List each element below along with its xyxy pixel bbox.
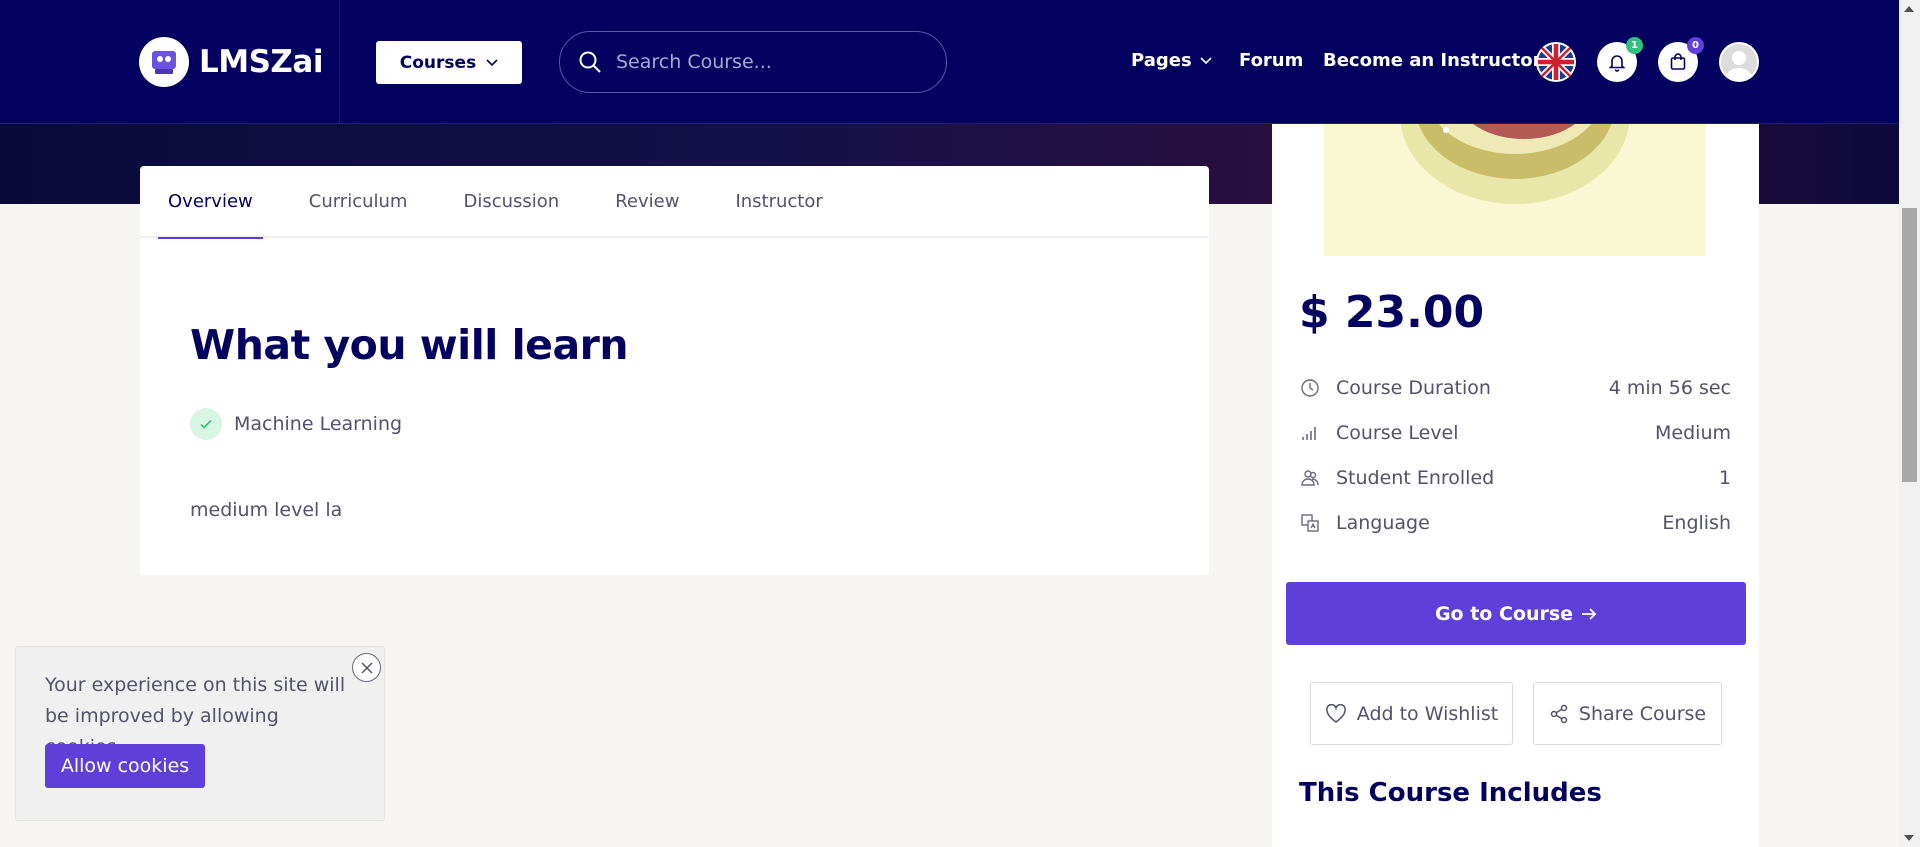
cookie-consent-popup: Your experience on this site will be imp… xyxy=(15,646,385,821)
courses-label: Courses xyxy=(399,52,477,73)
header-divider xyxy=(339,0,340,124)
course-info-list: Course Duration 4 min 56 sec Course Leve… xyxy=(1299,365,1731,545)
students-icon xyxy=(1299,467,1321,489)
tab-discussion[interactable]: Discussion xyxy=(463,165,587,237)
check-icon xyxy=(190,408,222,440)
learning-outcome-text: Machine Learning xyxy=(234,413,403,435)
close-icon xyxy=(360,661,373,674)
info-row-level: Course Level Medium xyxy=(1299,410,1731,455)
chevron-down-icon xyxy=(1200,56,1212,64)
info-label: Course Duration xyxy=(1336,376,1491,399)
info-label: Course Level xyxy=(1336,421,1459,444)
nav-forum-label: Forum xyxy=(1239,50,1304,71)
search-bar xyxy=(559,31,947,93)
cart-button[interactable]: 0 xyxy=(1658,37,1704,82)
page-scrollbar[interactable] xyxy=(1899,0,1920,847)
tab-curriculum[interactable]: Curriculum xyxy=(309,165,436,237)
nav-forum[interactable]: Forum xyxy=(1239,50,1303,71)
uk-flag-icon xyxy=(1538,44,1574,80)
info-row-students: Student Enrolled 1 xyxy=(1299,455,1731,500)
nav-pages[interactable]: Pages xyxy=(1131,50,1212,71)
allow-cookies-button[interactable]: Allow cookies xyxy=(45,744,205,788)
arrow-right-icon xyxy=(1582,607,1597,620)
tab-review[interactable]: Review xyxy=(615,165,707,237)
course-details-card: Overview Curriculum Discussion Review In… xyxy=(140,166,1209,575)
info-row-duration: Course Duration 4 min 56 sec xyxy=(1299,365,1731,410)
wishlist-label: Add to Wishlist xyxy=(1356,702,1499,725)
signal-bars-icon xyxy=(1299,422,1321,444)
courses-dropdown-button[interactable]: Courses xyxy=(376,41,522,84)
site-logo[interactable]: LMSZai xyxy=(139,37,323,87)
info-label: Language xyxy=(1336,511,1430,534)
course-price: $ 23.00 xyxy=(1299,287,1485,338)
logo-icon xyxy=(139,37,189,87)
info-value: 1 xyxy=(1718,466,1731,489)
course-tabs: Overview Curriculum Discussion Review In… xyxy=(140,165,1209,239)
add-to-wishlist-button[interactable]: Add to Wishlist xyxy=(1310,682,1513,745)
nav-become-instructor[interactable]: Become an Instructor xyxy=(1323,50,1541,71)
scroll-up-arrow-icon[interactable] xyxy=(1904,6,1914,12)
search-icon xyxy=(579,51,601,73)
cart-count-badge: 0 xyxy=(1687,37,1704,54)
translate-icon xyxy=(1299,512,1321,534)
info-row-language: Language English xyxy=(1299,500,1731,545)
bell-icon xyxy=(1608,55,1626,72)
learning-outcome-item: Machine Learning xyxy=(190,408,402,440)
tab-overview[interactable]: Overview xyxy=(158,165,281,239)
notification-count-badge: 1 xyxy=(1626,37,1643,54)
course-sidebar: $ 23.00 Course Duration 4 min 56 sec Cou… xyxy=(1272,124,1759,847)
info-value: English xyxy=(1662,511,1731,534)
user-avatar-icon xyxy=(1725,51,1753,80)
logo-text: LMSZai xyxy=(199,44,323,80)
user-avatar[interactable] xyxy=(1719,42,1759,82)
cookie-close-button[interactable] xyxy=(352,653,381,682)
course-description: medium level la xyxy=(190,499,343,521)
search-input[interactable] xyxy=(616,51,916,73)
top-navbar: LMSZai Courses Pages Forum Become an Ins… xyxy=(0,0,1899,124)
info-label: Student Enrolled xyxy=(1336,466,1495,489)
info-value: 4 min 56 sec xyxy=(1608,376,1731,399)
chevron-down-icon xyxy=(486,58,498,66)
go-to-course-button[interactable]: Go to Course xyxy=(1286,582,1746,645)
course-includes-heading: This Course Includes xyxy=(1299,778,1602,808)
shopping-bag-icon xyxy=(1670,53,1686,70)
scrollbar-thumb[interactable] xyxy=(1902,208,1917,482)
notifications-button[interactable]: 1 xyxy=(1597,37,1643,82)
share-icon xyxy=(1550,704,1568,723)
language-flag-button[interactable] xyxy=(1536,42,1576,82)
course-thumbnail xyxy=(1324,124,1706,256)
tab-instructor[interactable]: Instructor xyxy=(735,165,850,237)
share-label: Share Course xyxy=(1578,702,1707,725)
heart-icon xyxy=(1325,703,1346,723)
clock-icon xyxy=(1299,377,1321,399)
go-to-course-label: Go to Course xyxy=(1434,602,1574,625)
nav-pages-label: Pages xyxy=(1131,50,1192,71)
scroll-down-arrow-icon[interactable] xyxy=(1904,835,1914,841)
nav-instructor-label: Become an Instructor xyxy=(1323,50,1542,71)
what-you-will-learn-heading: What you will learn xyxy=(190,321,629,369)
info-value: Medium xyxy=(1655,421,1731,444)
share-course-button[interactable]: Share Course xyxy=(1533,682,1722,745)
